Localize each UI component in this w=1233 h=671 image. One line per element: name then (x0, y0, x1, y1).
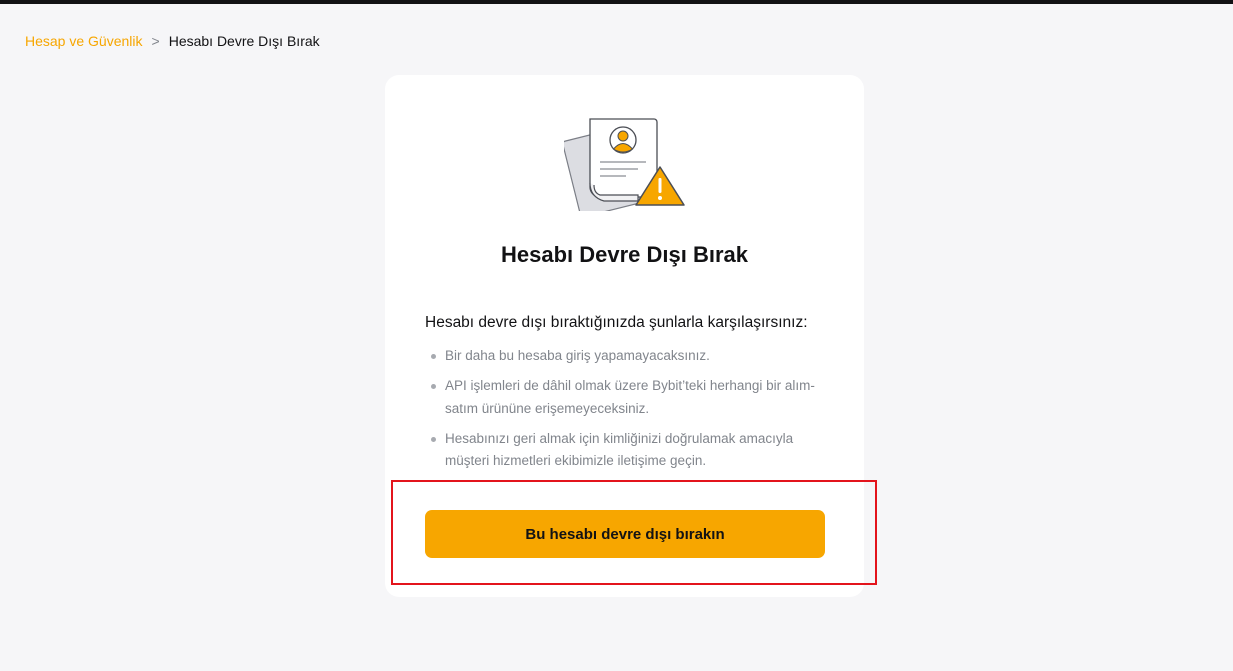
document-warning-icon (564, 118, 685, 211)
breadcrumb-account-security-link[interactable]: Hesap ve Güvenlik (25, 33, 143, 49)
breadcrumb-current-page: Hesabı Devre Dışı Bırak (168, 33, 320, 49)
deactivate-account-button[interactable]: Bu hesabı devre dışı bırakın (425, 510, 825, 558)
breadcrumb-separator: > (151, 33, 160, 49)
consequence-item: Hesabınızı geri almak için kimliğinizi d… (425, 428, 825, 473)
page-title: Hesabı Devre Dışı Bırak (500, 242, 749, 267)
consequence-item: Bir daha bu hesaba giriş yapamayacaksını… (425, 345, 825, 368)
consequences-intro: Hesabı devre dışı bıraktığınızda şunlarl… (425, 314, 808, 331)
consequence-item: API işlemleri de dâhil olmak üzere Bybit… (425, 375, 825, 420)
top-bar (0, 0, 1233, 4)
consequences-list: Bir daha bu hesaba giriş yapamayacaksını… (425, 345, 825, 480)
breadcrumb: Hesap ve Güvenlik > Hesabı Devre Dışı Bı… (25, 33, 320, 49)
